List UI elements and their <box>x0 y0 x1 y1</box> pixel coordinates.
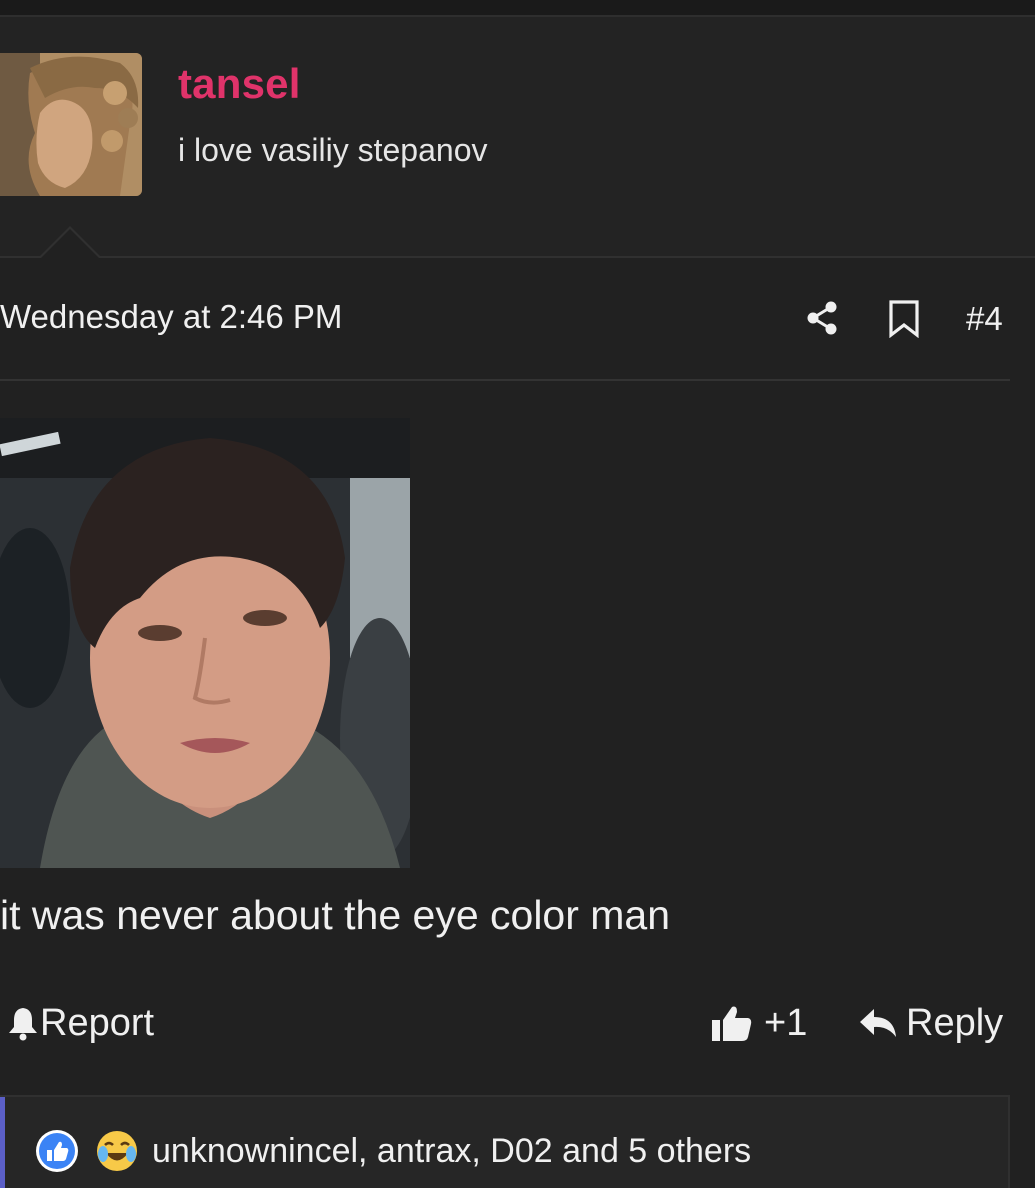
meta-divider <box>0 379 1010 381</box>
bookmark-button[interactable] <box>884 298 924 339</box>
report-label: Report <box>40 1001 155 1044</box>
like-label: +1 <box>764 1001 808 1044</box>
reply-button[interactable]: Reply <box>858 998 1003 1048</box>
like-reaction-icon <box>34 1128 80 1174</box>
bookmark-icon <box>889 300 919 339</box>
post-image[interactable] <box>0 418 410 868</box>
reply-label: Reply <box>906 1001 1004 1044</box>
post-date[interactable]: Wednesday at 2:46 PM <box>0 298 342 336</box>
reactions-summary[interactable]: unknownincel, antrax, D02 and 5 others <box>152 1132 751 1171</box>
reply-arrow-icon <box>860 1009 896 1037</box>
avatar[interactable] <box>0 53 142 196</box>
username[interactable]: tansel <box>178 60 301 108</box>
user-title: i love vasiliy stepanov <box>178 132 488 168</box>
like-button[interactable]: +1 <box>710 998 807 1048</box>
laugh-cry-reaction-icon <box>94 1128 140 1174</box>
post-actions: Report +1 Reply <box>0 998 1035 1048</box>
user-pointer-arrow-inner <box>40 229 100 259</box>
user-info-block <box>0 17 1035 257</box>
post-number-link[interactable]: #4 <box>966 300 1003 338</box>
share-button[interactable] <box>802 298 842 338</box>
bell-icon <box>9 1008 37 1041</box>
post-body-text: it was never about the eye color man <box>0 892 671 938</box>
post-meta-row: Wednesday at 2:46 PM #4 <box>0 290 1035 350</box>
share-icon <box>807 301 837 335</box>
thumbs-up-icon <box>712 1006 752 1041</box>
user-divider <box>0 256 1035 258</box>
top-strip <box>0 0 1035 15</box>
report-button[interactable]: Report <box>6 998 154 1048</box>
reactions-accent-bar <box>0 1097 5 1188</box>
forum-post: tansel i love vasiliy stepanov Wednesday… <box>0 0 1035 1188</box>
